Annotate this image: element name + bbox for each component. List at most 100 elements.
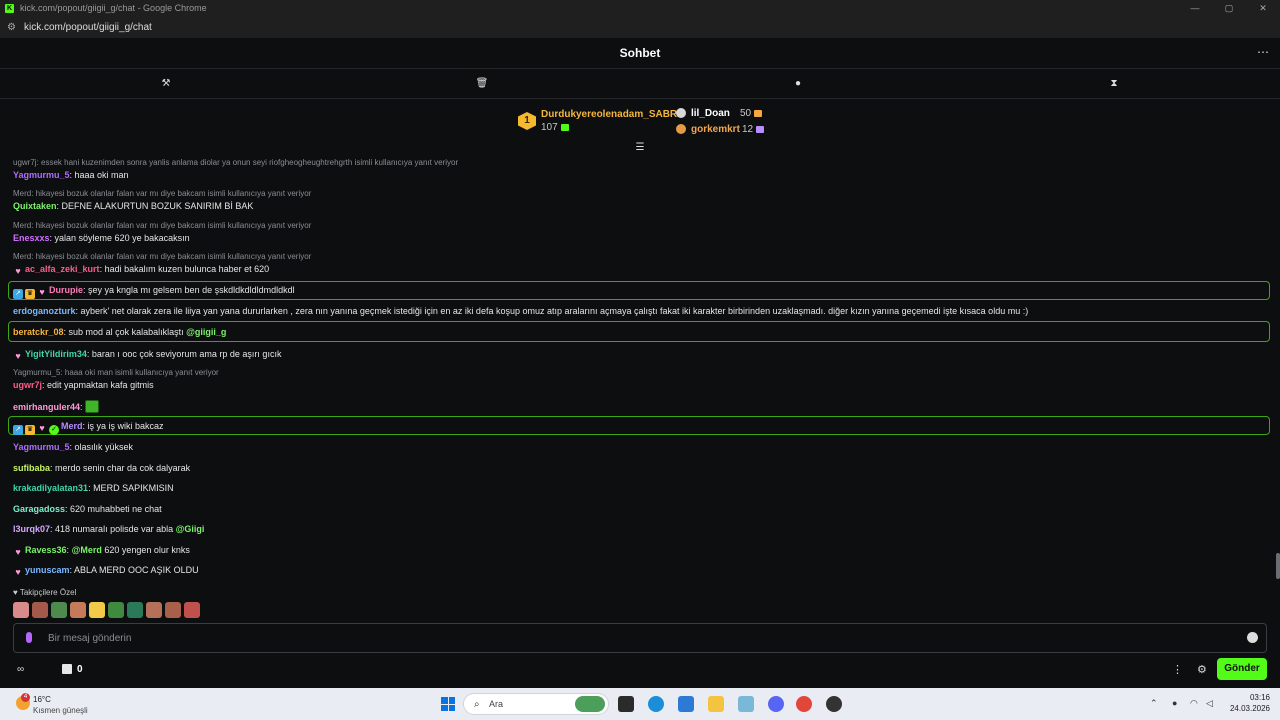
emote-icon[interactable]: [127, 602, 143, 618]
task-view-icon[interactable]: [618, 696, 634, 712]
emote-icon[interactable]: [165, 602, 181, 618]
gift-icon: [754, 109, 763, 117]
username[interactable]: YigitYildirim34: [25, 349, 87, 359]
message-input[interactable]: Bir mesaj gönderin: [13, 623, 1267, 653]
emote-icon[interactable]: [108, 602, 124, 618]
trash-icon[interactable]: 🗑: [475, 77, 489, 91]
more-options-icon[interactable]: ⋯: [1257, 45, 1270, 59]
close-button[interactable]: ✕: [1246, 0, 1280, 16]
file-explorer-icon[interactable]: [708, 696, 724, 712]
username[interactable]: Durupie: [49, 285, 83, 295]
username[interactable]: Merd: [61, 421, 83, 431]
collapse-icon[interactable]: ☰: [634, 142, 646, 153]
chat-message: ↗ ♛ ♥ Durupie: şey ya kngla mı gelsem ben d…: [13, 285, 295, 299]
mention[interactable]: @Giigi: [176, 524, 205, 534]
message-text: : olasılık yüksek: [69, 442, 134, 452]
chat-messages: ugwr7j: essek hani kuzenimden sonra yanl…: [0, 154, 1280, 622]
gift-leaderboard: 1 Durdukyereolenadam_SABRI 107 lil_Doan …: [0, 100, 1280, 144]
leaderboard-second-count: 50: [740, 108, 763, 119]
username[interactable]: Garagadoss: [13, 504, 65, 514]
volume-icon[interactable]: ◁: [1206, 698, 1213, 709]
message-text: : haaa oki man: [69, 170, 129, 180]
verified-badge-icon: ✓: [49, 425, 59, 435]
wifi-icon[interactable]: ◠: [1190, 698, 1198, 709]
username[interactable]: yunuscam: [25, 565, 70, 575]
username[interactable]: emirhanguler44: [13, 402, 80, 412]
weather-widget[interactable]: 4 16°C Kısmen güneşli: [12, 693, 112, 717]
username[interactable]: erdoganozturk: [13, 306, 76, 316]
emote-icon[interactable]: [70, 602, 86, 618]
chat-message: Garagadoss: 620 muhabbeti ne chat: [13, 504, 162, 514]
chat-bubble-icon[interactable]: ●: [791, 77, 805, 91]
emoji-picker-icon[interactable]: [1247, 632, 1258, 643]
address-bar[interactable]: ⚙ kick.com/popout/giigii_g/chat: [0, 16, 1280, 38]
site-settings-icon[interactable]: ⚙: [7, 22, 16, 33]
hammer-icon[interactable]: ⚒: [159, 77, 173, 91]
chat-message: Enesxxs: yalan söyleme 620 ye bakacaksın: [13, 233, 190, 243]
username[interactable]: krakadilyalatan31: [13, 483, 88, 493]
username[interactable]: ac_alfa_zeki_kurt: [25, 264, 100, 274]
emote-icon[interactable]: [51, 602, 67, 618]
minimize-button[interactable]: —: [1178, 0, 1212, 16]
emote-icon[interactable]: [184, 602, 200, 618]
message-placeholder[interactable]: Bir mesaj gönderin: [48, 633, 131, 644]
message-text: : DEFNE ALAKURTUN BOZUK SANIRIM Bİ BAK: [56, 201, 254, 211]
username[interactable]: Yagmurmu_5: [13, 170, 70, 180]
taskbar-clock[interactable]: 03:16 24.03.2026: [1226, 692, 1270, 714]
message-text: : baran ı ooc çok seviyorum ama rp de aş…: [86, 349, 282, 359]
app-icon[interactable]: [826, 696, 842, 712]
mention[interactable]: @Merd: [72, 545, 102, 555]
emote-icon[interactable]: [146, 602, 162, 618]
butterfly-badge-icon: ♥: [39, 287, 45, 297]
store-icon[interactable]: [62, 664, 72, 674]
microphone-tray-icon[interactable]: ●: [1172, 698, 1177, 708]
chrome-icon[interactable]: [796, 696, 812, 712]
follower-only-text: Takipçilere Özel: [19, 588, 77, 597]
message-text: : ayberk' net olarak zera ile liiya yan …: [75, 306, 1029, 316]
chat-bottom-bar: ∞ 0 ⋮ ⚙ Gönder: [0, 656, 1280, 686]
emote-icon[interactable]: [32, 602, 48, 618]
rank-one-badge: 1: [518, 112, 536, 130]
leaderboard-third-name[interactable]: gorkemkrt: [691, 124, 740, 135]
settings-gear-icon[interactable]: ⚙: [1197, 663, 1207, 676]
mention[interactable]: @giigii_g: [186, 327, 226, 337]
weather-condition: Kısmen güneşli: [33, 706, 88, 715]
store-app-icon[interactable]: [678, 696, 694, 712]
search-label: Ara: [489, 699, 504, 709]
taskbar-search[interactable]: ⌕ Ara: [463, 693, 609, 715]
emote-icon[interactable]: [89, 602, 105, 618]
chat-message: Yagmurmu_5: olasılık yüksek: [13, 442, 133, 452]
infinity-points-icon[interactable]: ∞: [17, 664, 24, 675]
microphone-icon[interactable]: [26, 632, 32, 643]
reply-context: Merd: hikayesi bozuk olanlar falan var m…: [13, 252, 312, 261]
message-text: : yalan söyleme 620 ye bakacaksın: [49, 233, 190, 243]
username[interactable]: Quixtaken: [13, 201, 57, 211]
silver-rank-icon: [676, 108, 686, 118]
leaderboard-first-name[interactable]: Durdukyereolenadam_SABRI: [541, 109, 680, 120]
gift-icon: [756, 125, 765, 133]
url-text[interactable]: kick.com/popout/giigii_g/chat: [24, 22, 152, 33]
username[interactable]: sufibaba: [13, 463, 50, 473]
send-button[interactable]: Gönder: [1217, 658, 1267, 680]
hourglass-icon[interactable]: ⧗: [1107, 77, 1121, 91]
username[interactable]: Enesxxs: [13, 233, 50, 243]
reply-context: Merd: hikayesi bozuk olanlar falan var m…: [13, 189, 312, 198]
leaderboard-second-name[interactable]: lil_Doan: [691, 108, 730, 119]
username[interactable]: Ravess36: [25, 545, 67, 555]
username[interactable]: ugwr7j: [13, 380, 42, 390]
windows-start-icon[interactable]: [441, 697, 455, 711]
username[interactable]: l3urqk07: [13, 524, 50, 534]
scrollbar[interactable]: [1276, 553, 1280, 579]
edge-icon[interactable]: [648, 696, 664, 712]
tray-chevron-icon[interactable]: ⌃: [1150, 698, 1158, 709]
emote-icon[interactable]: [13, 602, 29, 618]
maximize-button[interactable]: ▢: [1212, 0, 1246, 16]
leaderboard-first-count: 107: [541, 122, 569, 133]
app-icon[interactable]: [738, 696, 754, 712]
message-text: : sub mod al çok kalabalıklaştı: [63, 327, 187, 337]
more-vertical-icon[interactable]: ⋮: [1172, 663, 1183, 676]
discord-icon[interactable]: [768, 696, 784, 712]
username[interactable]: Yagmurmu_5: [13, 442, 70, 452]
chat-message: ♥ ac_alfa_zeki_kurt: hadi bakalım kuzen b…: [13, 264, 269, 276]
username[interactable]: beratckr_08: [13, 327, 64, 337]
